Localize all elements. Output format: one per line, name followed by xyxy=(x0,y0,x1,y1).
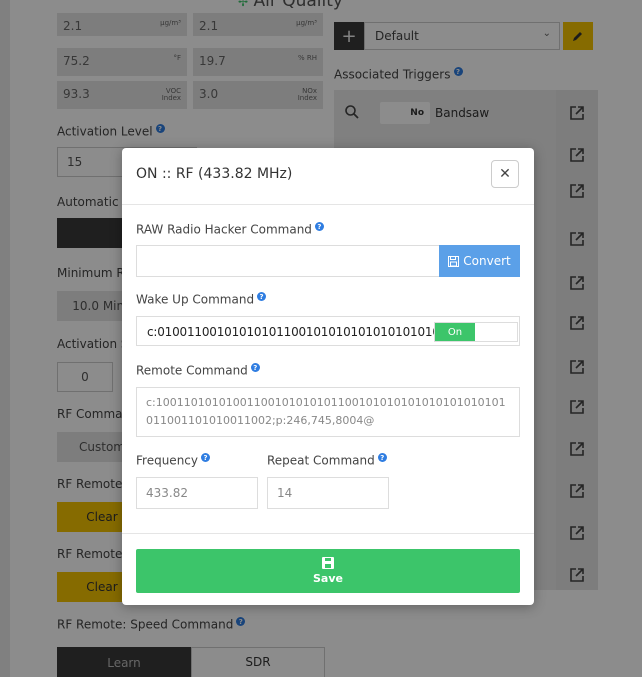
repeat-command-label: Repeat Command? xyxy=(267,453,387,468)
repeat-command-input[interactable]: 14 xyxy=(267,477,389,509)
frequency-label: Frequency? xyxy=(136,453,210,468)
save-disk-icon xyxy=(322,557,334,569)
wake-command-input[interactable]: c:01001100101010101100101010101010101010… xyxy=(136,316,520,346)
wake-command-value: c:01001100101010101100101010101010101010… xyxy=(147,325,448,339)
help-icon: ? xyxy=(314,222,324,231)
wake-command-toggle[interactable]: On xyxy=(434,322,518,342)
help-icon: ? xyxy=(201,453,210,462)
rf-command-modal: ON :: RF (433.82 MHz) ✕ RAW Radio Hacker… xyxy=(122,148,534,605)
help-icon: ? xyxy=(377,453,387,462)
frequency-input[interactable]: 433.82 xyxy=(136,477,258,509)
save-disk-icon xyxy=(448,255,460,267)
raw-command-label: RAW Radio Hacker Command? xyxy=(136,222,324,237)
remote-command-input[interactable]: c:10011010101001100101010101100101010101… xyxy=(136,387,520,437)
close-icon: ✕ xyxy=(499,166,511,182)
close-button[interactable]: ✕ xyxy=(491,160,519,188)
raw-command-input[interactable] xyxy=(136,245,440,277)
help-icon: ? xyxy=(257,292,267,301)
footer-divider xyxy=(122,533,534,534)
help-icon: ? xyxy=(250,363,260,372)
header-divider xyxy=(122,204,534,205)
modal-title: ON :: RF (433.82 MHz) xyxy=(136,166,293,182)
convert-button[interactable]: Convert xyxy=(439,245,520,277)
remote-command-label: Remote Command? xyxy=(136,363,260,378)
wake-command-label: Wake Up Command? xyxy=(136,292,267,307)
save-button[interactable]: Save xyxy=(136,549,520,593)
